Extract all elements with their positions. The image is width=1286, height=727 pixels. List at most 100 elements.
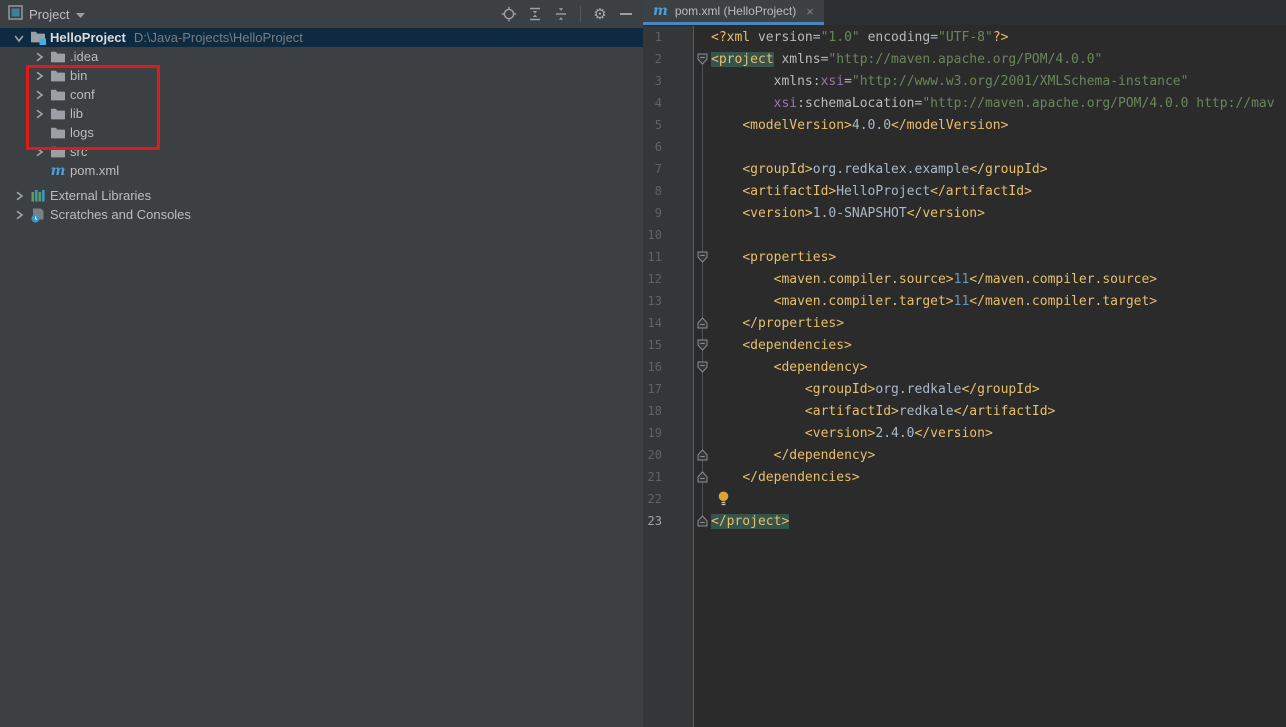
- fold-marker-end-icon[interactable]: [693, 466, 711, 488]
- code-line[interactable]: 6: [643, 136, 1286, 158]
- tree-item-bin[interactable]: bin: [0, 66, 643, 85]
- editor-area: m pom.xml (HelloProject) × 1<?xml versio…: [643, 0, 1286, 727]
- code-line[interactable]: 2 <project xmlns="http://maven.apache.org…: [643, 48, 1286, 70]
- fold-spacer: [693, 180, 711, 202]
- code-line[interactable]: 4 xsi:schemaLocation="http://maven.apach…: [643, 92, 1286, 114]
- tree-item-label: pom.xml: [70, 163, 119, 178]
- code-line[interactable]: 8 <artifactId>HelloProject</artifactId>: [643, 180, 1286, 202]
- code-line[interactable]: 10: [643, 224, 1286, 246]
- folder-icon: [48, 125, 68, 141]
- chevron-right-icon[interactable]: [30, 68, 48, 84]
- chevron-spacer: [30, 125, 48, 141]
- code-line[interactable]: 15 <dependencies>: [643, 334, 1286, 356]
- fold-spacer: [693, 136, 711, 158]
- fold-spacer: [693, 422, 711, 444]
- intention-bulb-icon[interactable]: [717, 491, 730, 506]
- tree-item-logs[interactable]: logs: [0, 123, 643, 142]
- project-toolbar: Project ⚙: [0, 0, 643, 28]
- fold-marker-end-icon[interactable]: [693, 312, 711, 334]
- hide-panel-icon[interactable]: [615, 3, 637, 25]
- fold-spacer: [693, 488, 711, 510]
- code-line-text: </dependencies>: [711, 470, 860, 485]
- gear-icon[interactable]: ⚙: [589, 3, 611, 25]
- tree-item-label: src: [70, 144, 87, 159]
- fold-marker-start-icon[interactable]: [693, 334, 711, 356]
- fold-marker-end-icon[interactable]: [693, 444, 711, 466]
- code-line[interactable]: 19 <version>2.4.0</version>: [643, 422, 1286, 444]
- expand-all-icon[interactable]: [524, 3, 546, 25]
- line-number: 2: [643, 52, 662, 66]
- code-line[interactable]: 13 <maven.compiler.target>11</maven.comp…: [643, 290, 1286, 312]
- code-line-text: <dependencies>: [711, 338, 852, 353]
- toolbar-separator: [580, 6, 581, 22]
- tree-item-conf[interactable]: conf: [0, 85, 643, 104]
- chevron-right-icon[interactable]: [10, 188, 28, 204]
- code-line[interactable]: 1<?xml version="1.0" encoding="UTF-8"?>: [643, 26, 1286, 48]
- line-number: 10: [643, 228, 662, 242]
- collapse-all-icon[interactable]: [550, 3, 572, 25]
- chevron-right-icon[interactable]: [30, 144, 48, 160]
- tree-item-lib[interactable]: lib: [0, 104, 643, 123]
- line-number: 7: [643, 162, 662, 176]
- chevron-spacer: [30, 163, 48, 179]
- project-panel: Project ⚙ HelloProjectD:\Ja: [0, 0, 643, 727]
- tree-item-label: HelloProject: [50, 30, 126, 45]
- tree-item-label: conf: [70, 87, 95, 102]
- code-line[interactable]: 18 <artifactId>redkale</artifactId>: [643, 400, 1286, 422]
- fold-spacer: [693, 26, 711, 48]
- ide-window: Project ⚙ HelloProjectD:\Ja: [0, 0, 1286, 727]
- chevron-right-icon[interactable]: [30, 106, 48, 122]
- tree-item--idea[interactable]: .idea: [0, 47, 643, 66]
- fold-spacer: [693, 158, 711, 180]
- close-icon[interactable]: ×: [806, 4, 814, 19]
- code-line-text: </dependency>: [711, 448, 875, 463]
- code-line[interactable]: 21 </dependencies>: [643, 466, 1286, 488]
- code-line[interactable]: 16 <dependency>: [643, 356, 1286, 378]
- code-editor[interactable]: 1<?xml version="1.0" encoding="UTF-8"?>2…: [643, 26, 1286, 727]
- chevron-right-icon[interactable]: [30, 49, 48, 65]
- line-number: 15: [643, 338, 662, 352]
- fold-spacer: [693, 224, 711, 246]
- code-line-text: </properties>: [711, 316, 844, 331]
- line-number: 3: [643, 74, 662, 88]
- locate-icon[interactable]: [498, 3, 520, 25]
- scratches-icon: [28, 207, 48, 223]
- code-line-text: <groupId>org.redkalex.example</groupId>: [711, 162, 1048, 177]
- code-line-text: <project xmlns="http://maven.apache.org/…: [711, 52, 1102, 67]
- code-line[interactable]: 9 <version>1.0-SNAPSHOT</version>: [643, 202, 1286, 224]
- tree-item-label: lib: [70, 106, 83, 121]
- code-line[interactable]: 7 <groupId>org.redkalex.example</groupId…: [643, 158, 1286, 180]
- code-line-text: <artifactId>redkale</artifactId>: [711, 404, 1055, 419]
- code-line[interactable]: 14 </properties>: [643, 312, 1286, 334]
- chevron-right-icon[interactable]: [30, 87, 48, 103]
- fold-spacer: [693, 114, 711, 136]
- project-view-selector[interactable]: Project: [8, 5, 86, 23]
- tree-item-helloproject[interactable]: HelloProjectD:\Java-Projects\HelloProjec…: [0, 28, 643, 47]
- tree-item-label: logs: [70, 125, 94, 140]
- code-line[interactable]: 3 xmlns:xsi="http://www.w3.org/2001/XMLS…: [643, 70, 1286, 92]
- tree-item-pom-xml[interactable]: mpom.xml: [0, 161, 643, 180]
- tree-item-src[interactable]: src: [0, 142, 643, 161]
- tree-item-external-libraries[interactable]: External Libraries: [0, 186, 643, 205]
- code-line[interactable]: 12 <maven.compiler.source>11</maven.comp…: [643, 268, 1286, 290]
- fold-marker-start-icon[interactable]: [693, 48, 711, 70]
- tree-item-scratches-and-consoles[interactable]: Scratches and Consoles: [0, 205, 643, 224]
- tree-item-label: .idea: [70, 49, 98, 64]
- fold-marker-start-icon[interactable]: [693, 246, 711, 268]
- code-line[interactable]: 11 <properties>: [643, 246, 1286, 268]
- code-line-text: </project>: [711, 514, 789, 529]
- chevron-down-icon[interactable]: [10, 30, 28, 46]
- fold-marker-end-icon[interactable]: [693, 510, 711, 532]
- code-line[interactable]: 17 <groupId>org.redkale</groupId>: [643, 378, 1286, 400]
- code-line[interactable]: 5 <modelVersion>4.0.0</modelVersion>: [643, 114, 1286, 136]
- line-number: 4: [643, 96, 662, 110]
- code-line[interactable]: 20 </dependency>: [643, 444, 1286, 466]
- code-line[interactable]: 23</project>: [643, 510, 1286, 532]
- chevron-right-icon[interactable]: [10, 207, 28, 223]
- line-number: 8: [643, 184, 662, 198]
- line-number: 21: [643, 470, 662, 484]
- tab-pom-xml[interactable]: m pom.xml (HelloProject) ×: [643, 0, 824, 25]
- fold-spacer: [693, 70, 711, 92]
- fold-marker-start-icon[interactable]: [693, 356, 711, 378]
- code-line[interactable]: 22: [643, 488, 1286, 510]
